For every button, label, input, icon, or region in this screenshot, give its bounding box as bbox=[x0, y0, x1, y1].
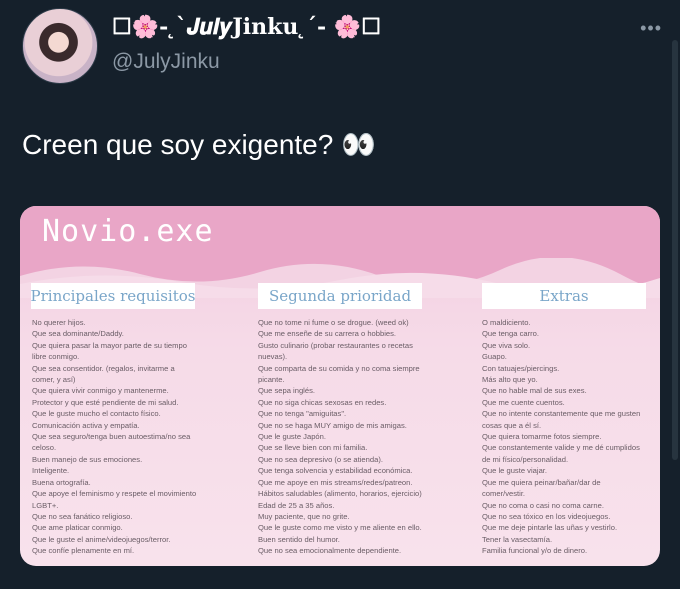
requirements-list-principales: No querer hijos. Que sea dominante/Daddy.… bbox=[32, 317, 242, 557]
list-item: Que viva solo. bbox=[482, 340, 531, 350]
list-item: LGBT+. bbox=[32, 500, 59, 510]
list-item: Que sea consentidor. (regalos, invitarme… bbox=[32, 363, 175, 373]
list-item: Que comparta de su comida y no coma siem… bbox=[258, 363, 420, 373]
list-item: Que me cuente cuentos. bbox=[482, 397, 565, 407]
list-item: Guapo. bbox=[482, 352, 507, 362]
list-item: Que le guste Japón. bbox=[258, 432, 326, 442]
scrollbar[interactable] bbox=[672, 40, 678, 460]
list-item: Tener la vasectamía. bbox=[482, 534, 553, 544]
list-item: Inteligente. bbox=[32, 466, 70, 476]
avatar[interactable] bbox=[22, 8, 98, 84]
list-item: Que quiera tomarme fotos siempre. bbox=[482, 432, 602, 442]
list-item: Que sea seguro/tenga buen autoestima/no … bbox=[32, 432, 191, 442]
list-item: Que sea dominante/Daddy. bbox=[32, 329, 124, 339]
list-item: Buen sentido del humor. bbox=[258, 534, 340, 544]
list-item: Que ame platicar conmigo. bbox=[32, 523, 123, 533]
list-item: Que no sea emocionalmente dependiente. bbox=[258, 546, 402, 556]
list-item: Que me apoye en mis streams/redes/patreo… bbox=[258, 477, 413, 487]
list-item: nuevas). bbox=[258, 352, 288, 362]
list-item: Que me enseñe de su carrera o hobbies. bbox=[258, 329, 397, 339]
media-title: Novio.exe bbox=[42, 214, 214, 249]
list-item: Que apoye el feminismo y respete el movi… bbox=[32, 489, 197, 499]
list-item: Que le guste como me visto y me aliente … bbox=[258, 523, 422, 533]
list-item: Que sepa inglés. bbox=[258, 386, 315, 396]
tweet-media-image[interactable]: Novio.exe Principales requisitos Segunda… bbox=[20, 206, 660, 566]
column-heading-principales: Principales requisitos bbox=[31, 283, 195, 309]
list-item: Que tenga solvencia y estabilidad económ… bbox=[258, 466, 413, 476]
list-item: Que no intente constantemente que me gus… bbox=[482, 409, 641, 419]
list-item: Que no sea tóxico en los videojuegos. bbox=[482, 511, 611, 521]
list-item: Que confíe plenamente en mí. bbox=[32, 546, 135, 556]
list-item: Que no tenga "amiguitas". bbox=[258, 409, 347, 419]
display-name[interactable]: ☐🌸- ̨`𝑱𝒖𝒍𝒚Jinku ̨´- 🌸☐ bbox=[112, 14, 381, 40]
list-item: picante. bbox=[258, 375, 285, 385]
list-item: Protector y que esté pendiente de mi sal… bbox=[32, 397, 179, 407]
list-item: Que me deje pintarle las uñas y vestirlo… bbox=[482, 523, 618, 533]
list-item: cosas que a él sí. bbox=[482, 420, 542, 430]
list-item: Que no siga chicas sexosas en redes. bbox=[258, 397, 387, 407]
list-item: Que quiera vivir conmigo y mantenerme. bbox=[32, 386, 169, 396]
list-item: comer/vestir. bbox=[482, 489, 526, 499]
list-item: Muy paciente, que no grite. bbox=[258, 511, 350, 521]
list-item: libre conmigo. bbox=[32, 352, 80, 362]
list-item: Que no se haga MUY amigo de mis amigas. bbox=[258, 420, 407, 430]
list-item: Gusto culinario (probar restaurantes o r… bbox=[258, 340, 413, 350]
requirements-list-extras: O maldiciento. Que tenga carro. Que viva s… bbox=[482, 317, 657, 557]
list-item: Que no sea depresivo (o se atienda). bbox=[258, 454, 383, 464]
list-item: Que no sea fanático religioso. bbox=[32, 511, 133, 521]
list-item: Edad de 25 a 35 años. bbox=[258, 500, 335, 510]
list-item: comer, y así) bbox=[32, 375, 76, 385]
list-item: No querer hijos. bbox=[32, 318, 86, 327]
list-item: Buena ortografía. bbox=[32, 477, 91, 487]
list-item: Que constantemente valide y me dé cumpli… bbox=[482, 443, 640, 453]
list-item: Buen manejo de sus emociones. bbox=[32, 454, 143, 464]
list-item: celoso. bbox=[32, 443, 57, 453]
column-heading-extras: Extras bbox=[482, 283, 646, 309]
list-item: Familia funcional y/o de dinero. bbox=[482, 546, 588, 556]
list-item: Que quiera pasar la mayor parte de su ti… bbox=[32, 340, 187, 350]
list-item: Que me quiera peinar/bañar/dar de bbox=[482, 477, 601, 487]
requirements-list-segunda: Que no tome ni fume o se drogue. (weed o… bbox=[258, 317, 468, 557]
user-handle[interactable]: @JulyJinku bbox=[112, 50, 220, 74]
list-item: Que le guste el anime/videojuegos/terror… bbox=[32, 534, 171, 544]
list-item: Que le guste mucho el contacto físico. bbox=[32, 409, 161, 419]
list-item: de mi físico/personalidad. bbox=[482, 454, 569, 464]
list-item: O maldiciento. bbox=[482, 318, 531, 327]
more-options-icon[interactable]: ••• bbox=[640, 18, 662, 39]
list-item: Hábitos saludables (alimento, horarios, … bbox=[258, 489, 422, 499]
list-item: Que tenga carro. bbox=[482, 329, 539, 339]
tweet-header: ☐🌸- ̨`𝑱𝒖𝒍𝒚Jinku ̨´- 🌸☐ @JulyJinku ••• bbox=[20, 6, 668, 84]
tweet-text: Creen que soy exigente? 👀 bbox=[22, 129, 376, 160]
list-item: Que le guste viajar. bbox=[482, 466, 548, 476]
list-item: Que no coma o casi no coma carne. bbox=[482, 500, 604, 510]
column-heading-segunda: Segunda prioridad bbox=[258, 283, 422, 309]
list-item: Más alto que yo. bbox=[482, 375, 538, 385]
list-item: Que no tome ni fume o se drogue. (weed o… bbox=[258, 318, 409, 327]
list-item: Comunicación activa y empatía. bbox=[32, 420, 140, 430]
list-item: Que no hable mal de sus exes. bbox=[482, 386, 587, 396]
list-item: Que se lleve bien con mi familia. bbox=[258, 443, 368, 453]
list-item: Con tatuajes/piercings. bbox=[482, 363, 560, 373]
